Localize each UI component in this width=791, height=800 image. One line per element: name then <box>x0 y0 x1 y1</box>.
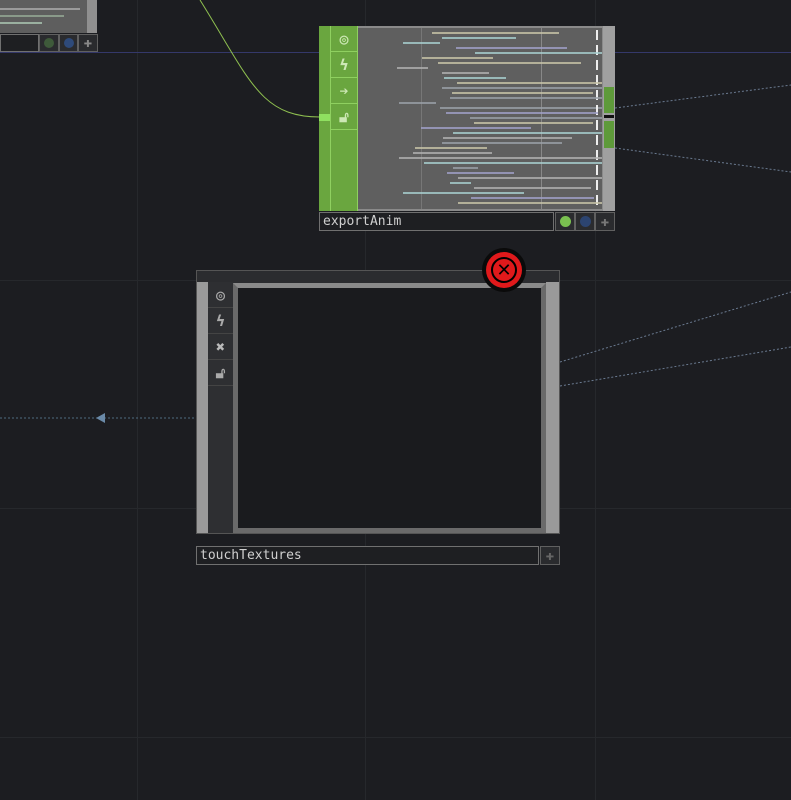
viewer-bar <box>475 52 602 54</box>
node-viewer <box>0 0 87 33</box>
add-button[interactable]: ✚ <box>540 546 560 565</box>
plus-icon: ✚ <box>601 214 609 230</box>
node-name-field[interactable] <box>0 34 39 52</box>
circle-icon <box>64 38 74 48</box>
viewer-bar <box>403 192 523 194</box>
viewer-bar <box>442 72 489 74</box>
display-toggle-button[interactable] <box>575 212 595 231</box>
output-connector[interactable] <box>604 121 614 148</box>
wire-green[interactable] <box>200 0 320 117</box>
viewer-bar <box>452 92 592 94</box>
viewer-bar <box>470 117 602 119</box>
viewer-bar <box>422 57 494 59</box>
viewer-bar <box>432 32 560 34</box>
viewer-bar <box>458 177 602 179</box>
unlock-icon[interactable]: 🔓︎ <box>208 360 233 386</box>
input-connector[interactable] <box>319 114 330 121</box>
node-viewer <box>233 283 546 533</box>
viewer-tick <box>596 135 598 145</box>
viewer-tick <box>596 180 598 190</box>
node-viewer <box>358 28 602 209</box>
bypass-icon[interactable]: ϟ <box>208 308 233 334</box>
wire-dotted[interactable] <box>560 292 791 362</box>
viewer-bar <box>442 142 561 144</box>
wire-dotted[interactable] <box>615 148 791 172</box>
viewer-bar <box>453 132 602 134</box>
node-name-field[interactable]: exportAnim <box>319 212 554 231</box>
viewer-bar <box>458 202 602 204</box>
viewer-toggle-button[interactable] <box>555 212 575 231</box>
viewer-bar <box>456 47 566 49</box>
viewer-bar <box>444 77 506 79</box>
viewer-bar <box>403 42 440 44</box>
viewer-bar <box>447 172 514 174</box>
input-strip <box>197 282 208 533</box>
viewer-bar <box>453 167 478 169</box>
partial-node[interactable]: ✚ <box>0 0 98 52</box>
viewer-bar <box>440 107 602 109</box>
viewer-bar <box>474 187 591 189</box>
viewer-bar <box>446 112 599 114</box>
node-touch-textures[interactable]: ◎ ϟ ✖ 🔓︎ touchTextures ✚ <box>196 270 561 566</box>
bypass-icon[interactable]: ϟ <box>331 52 357 78</box>
node-name-field[interactable]: touchTextures <box>196 546 539 565</box>
add-button[interactable]: ✚ <box>595 212 615 231</box>
viewer-bar <box>443 137 572 139</box>
add-button[interactable]: ✚ <box>78 34 98 52</box>
viewer-bar <box>471 197 594 199</box>
display-toggle-button[interactable] <box>59 34 78 52</box>
viewer-bar <box>397 67 428 69</box>
viewer-bar <box>442 87 602 89</box>
viewer-icon[interactable]: ◎ <box>331 26 357 52</box>
export-arrow-icon[interactable]: ➔ <box>331 78 357 104</box>
viewer-toggle-button[interactable] <box>39 34 59 52</box>
viewer-tick <box>596 30 598 40</box>
node-export-anim[interactable]: ◎ ϟ ➔ 🔓︎ exportAnim ✚ <box>319 26 615 230</box>
viewer-bar <box>415 147 487 149</box>
viewer-bar <box>442 37 516 39</box>
viewer-bar <box>424 162 602 164</box>
viewer-bar <box>399 102 437 104</box>
viewer-tick <box>596 60 598 70</box>
unlock-icon[interactable]: 🔓︎ <box>331 104 357 130</box>
viewer-bar <box>413 152 492 154</box>
viewer-bar <box>457 82 602 84</box>
plus-icon: ✚ <box>546 548 554 564</box>
wire-dotted[interactable] <box>560 347 791 386</box>
wire-arrow-icon <box>96 413 105 423</box>
viewer-bar <box>421 127 532 129</box>
viewer-bar <box>450 182 472 184</box>
wire-dotted[interactable] <box>615 85 791 108</box>
viewer-tick <box>596 120 598 130</box>
plus-icon: ✚ <box>84 35 92 51</box>
viewer-bar <box>450 97 602 99</box>
circle-icon <box>560 216 571 227</box>
viewer-bar <box>399 157 602 159</box>
viewer-icon[interactable]: ◎ <box>208 282 233 308</box>
viewer-tick <box>596 165 598 175</box>
circle-icon <box>44 38 54 48</box>
circle-icon <box>580 216 591 227</box>
viewer-bar <box>438 62 581 64</box>
viewer-bar <box>474 122 593 124</box>
output-connector[interactable] <box>604 87 614 113</box>
error-badge-icon[interactable]: ✕ <box>482 248 526 292</box>
close-icon[interactable]: ✖ <box>208 334 233 360</box>
